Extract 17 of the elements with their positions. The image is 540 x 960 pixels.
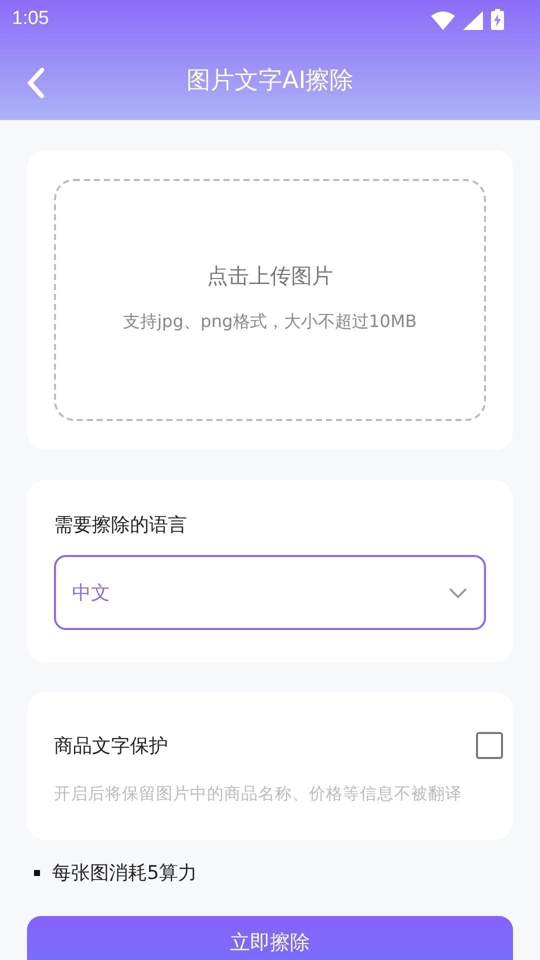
erase-button[interactable]: 立即擦除	[27, 916, 513, 960]
protection-label: 商品文字保护	[54, 734, 168, 758]
cost-note: 每张图消耗5算力	[52, 861, 198, 886]
protection-description: 开启后将保留图片中的商品名称、价格等信息不被翻译	[54, 783, 463, 805]
language-label: 需要擦除的语言	[54, 513, 188, 538]
bullet-icon	[34, 870, 40, 876]
upload-hint: 支持jpg、png格式，大小不超过10MB	[123, 310, 417, 332]
status-time: 1:05	[12, 8, 49, 30]
wifi-icon	[431, 10, 455, 30]
chevron-down-icon	[448, 586, 468, 598]
signal-icon	[463, 10, 483, 30]
language-dropdown[interactable]: 中文	[54, 555, 486, 630]
upload-title: 点击上传图片	[207, 262, 333, 290]
battery-icon	[491, 8, 504, 30]
checkbox[interactable]	[476, 732, 503, 759]
page-title: 图片文字AI擦除	[186, 65, 354, 96]
upload-area[interactable]: 点击上传图片 支持jpg、png格式，大小不超过10MB	[54, 179, 486, 421]
